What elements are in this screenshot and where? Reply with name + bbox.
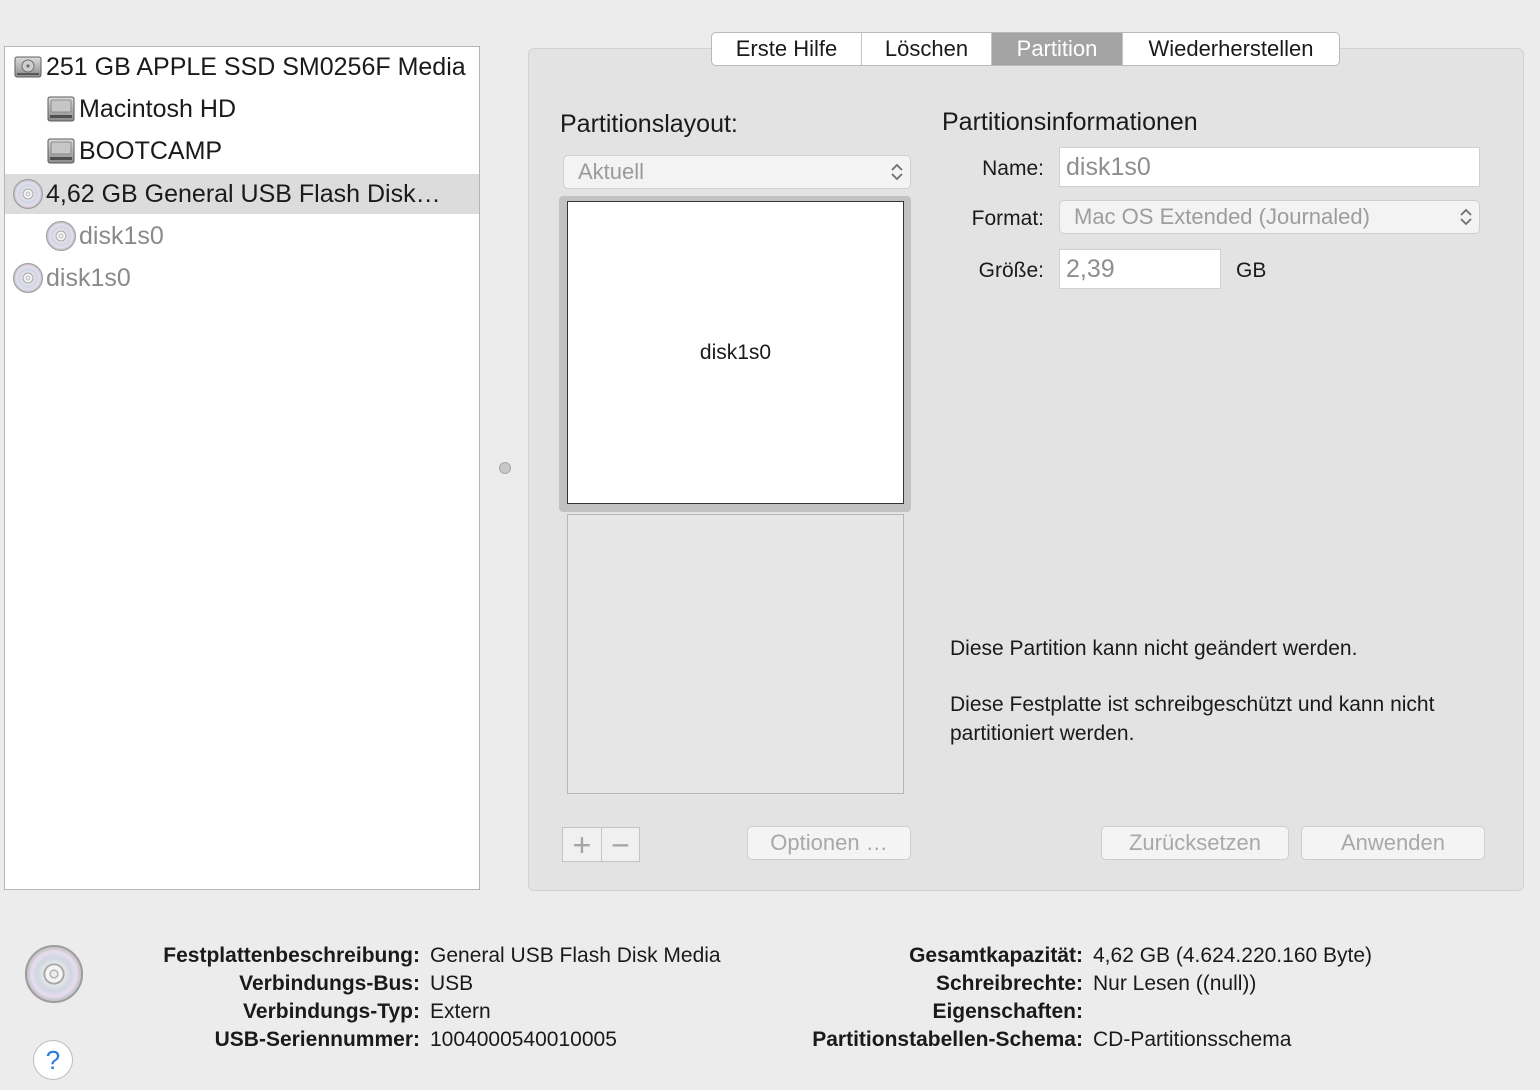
add-partition-button[interactable]: +	[563, 828, 601, 861]
sidebar-item-label: BOOTCAMP	[79, 136, 223, 165]
partition-locked-notice: Diese Partition kann nicht geändert werd…	[950, 637, 1358, 660]
detail-key: Gesamtkapazität:	[909, 944, 1083, 967]
partition-info-title: Partitionsinformationen	[942, 108, 1198, 136]
partition-layout-select[interactable]: Aktuell	[563, 155, 911, 189]
detail-value: 4,62 GB (4.624.220.160 Byte)	[1093, 944, 1373, 967]
detail-row-connection-type: Verbindungs-Typ: Extern	[130, 1000, 491, 1028]
detail-key: USB-Seriennummer:	[214, 1028, 420, 1051]
detail-row-properties: Eigenschaften:	[760, 1000, 1093, 1028]
detail-value: USB	[430, 972, 474, 995]
format-label: Format:	[971, 207, 1044, 230]
detail-value: General USB Flash Disk Media	[430, 944, 721, 967]
sidebar-item-disk1s0-child[interactable]: disk1s0	[5, 216, 479, 256]
partition-free-space	[567, 514, 904, 794]
size-unit: GB	[1236, 259, 1267, 282]
sidebar-item-macintosh-hd[interactable]: Macintosh HD	[5, 89, 479, 129]
reset-button[interactable]: Zurücksetzen	[1101, 826, 1289, 860]
volume-disk-icon	[45, 93, 77, 125]
volume-disk-icon	[45, 135, 77, 167]
format-select[interactable]: Mac OS Extended (Journaled)	[1059, 200, 1480, 234]
detail-key: Verbindungs-Bus:	[239, 972, 420, 995]
sidebar-item-label: disk1s0	[79, 221, 164, 250]
detail-value: Nur Lesen ((null))	[1093, 972, 1257, 995]
disk-list-sidebar[interactable]: 251 GB APPLE SSD SM0256F Media Macintosh…	[4, 46, 480, 890]
detail-value	[1083, 1000, 1093, 1028]
detail-row-serial: USB-Seriennummer: 1004000540010005	[130, 1028, 617, 1056]
sidebar-item-label: 4,62 GB General USB Flash Disk…	[46, 179, 441, 208]
options-button[interactable]: Optionen …	[747, 826, 911, 860]
size-field[interactable]: 2,39	[1059, 249, 1221, 289]
detail-value: CD-Partitionsschema	[1093, 1028, 1292, 1051]
sidebar-item-usb-flash-disk[interactable]: 4,62 GB General USB Flash Disk…	[5, 174, 479, 214]
detail-key: Schreibrechte:	[935, 972, 1083, 995]
tab-bar: Erste Hilfe Löschen Partition Wiederhers…	[711, 32, 1340, 66]
sidebar-item-apple-ssd[interactable]: 251 GB APPLE SSD SM0256F Media	[5, 47, 479, 87]
format-value: Mac OS Extended (Journaled)	[1074, 204, 1370, 229]
detail-row-capacity: Gesamtkapazität: 4,62 GB (4.624.220.160 …	[760, 944, 1372, 972]
detail-key: Festplattenbeschreibung:	[163, 944, 420, 967]
tab-partition[interactable]: Partition	[992, 33, 1123, 65]
detail-key: Verbindungs-Typ:	[243, 1000, 420, 1023]
detail-row-bus: Verbindungs-Bus: USB	[130, 972, 473, 1000]
detail-row-permissions: Schreibrechte: Nur Lesen ((null))	[760, 972, 1256, 1000]
chevron-updown-icon	[1460, 208, 1472, 226]
detail-value: Extern	[430, 1000, 491, 1023]
disk-readonly-notice: Diese Festplatte ist schreibgeschützt un…	[950, 693, 1435, 745]
sidebar-item-disk1s0[interactable]: disk1s0	[5, 258, 479, 298]
detail-key: Partitionstabellen-Schema:	[812, 1028, 1083, 1051]
partition-layout-value: Aktuell	[578, 159, 645, 184]
partition-add-remove-group: + −	[562, 827, 640, 862]
tab-loeschen[interactable]: Löschen	[862, 33, 992, 65]
optical-disc-icon	[12, 178, 44, 210]
partition-layout-title: Partitionslayout:	[560, 110, 738, 138]
tab-erste-hilfe[interactable]: Erste Hilfe	[712, 33, 862, 65]
sidebar-item-label: Macintosh HD	[79, 94, 236, 123]
tab-wiederherstellen[interactable]: Wiederherstellen	[1123, 33, 1339, 65]
help-button[interactable]: ?	[33, 1040, 73, 1080]
detail-row-partition-scheme: Partitionstabellen-Schema: CD-Partitions…	[760, 1028, 1291, 1056]
optical-disc-icon	[45, 220, 77, 252]
size-label: Größe:	[978, 259, 1044, 282]
internal-disk-icon	[12, 51, 44, 83]
name-label: Name:	[982, 157, 1044, 180]
sidebar-item-bootcamp[interactable]: BOOTCAMP	[5, 131, 479, 171]
sidebar-item-label: 251 GB APPLE SSD SM0256F Media	[46, 52, 466, 81]
remove-partition-button[interactable]: −	[601, 828, 639, 861]
sidebar-resize-handle[interactable]	[499, 462, 511, 474]
detail-value: 1004000540010005	[430, 1028, 617, 1051]
optical-disc-icon	[23, 943, 85, 1005]
detail-row-description: Festplattenbeschreibung: General USB Fla…	[130, 944, 721, 972]
partition-block-disk1s0[interactable]: disk1s0	[567, 201, 904, 504]
sidebar-item-label: disk1s0	[46, 263, 131, 292]
chevron-updown-icon	[891, 163, 903, 181]
optical-disc-icon	[12, 262, 44, 294]
partition-block-label: disk1s0	[699, 340, 772, 364]
apply-button[interactable]: Anwenden	[1301, 826, 1485, 860]
detail-key: Eigenschaften:	[932, 1000, 1083, 1023]
name-field[interactable]: disk1s0	[1059, 147, 1480, 187]
